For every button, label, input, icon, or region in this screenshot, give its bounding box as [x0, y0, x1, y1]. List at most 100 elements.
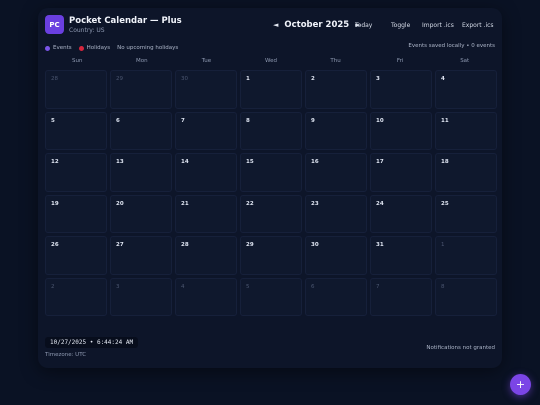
prev-month-icon[interactable]: ◄ — [273, 21, 278, 29]
calendar-app: PC Pocket Calendar — Plus Country: US ◄ … — [38, 8, 502, 368]
day-number: 5 — [246, 283, 250, 290]
month-navigation: ◄ October 2025 ► — [273, 20, 361, 30]
day-cell[interactable]: 3 — [370, 70, 432, 109]
day-number: 19 — [51, 200, 59, 207]
day-cell[interactable]: 22 — [240, 194, 302, 233]
day-cell[interactable]: 13 — [110, 153, 172, 192]
weekday-label: Mon — [136, 58, 148, 64]
day-cell[interactable]: 4 — [175, 277, 237, 316]
day-number: 29 — [246, 242, 254, 248]
day-cell[interactable]: 23 — [305, 194, 367, 233]
day-cell[interactable]: 6 — [110, 111, 172, 150]
day-cell[interactable]: 21 — [175, 194, 237, 233]
day-number: 1 — [441, 242, 445, 248]
day-number: 7 — [376, 283, 380, 290]
day-cell[interactable]: 25 — [435, 194, 497, 233]
day-number: 30 — [181, 76, 188, 82]
day-cell[interactable]: 29 — [240, 236, 302, 275]
day-number: 13 — [116, 159, 124, 165]
import-ics-button[interactable]: Import .ics — [422, 22, 454, 29]
day-number: 22 — [246, 200, 254, 207]
day-cell[interactable]: 28 — [175, 236, 237, 275]
weekday-header: Sun Mon Tue Wed Thu Fri Sat — [45, 56, 497, 66]
day-cell[interactable]: 8 — [435, 277, 497, 316]
day-number: 28 — [51, 76, 58, 82]
day-cell[interactable]: 7 — [175, 111, 237, 150]
month-title: October 2025 — [284, 20, 350, 30]
day-number: 30 — [311, 242, 319, 248]
day-number: 23 — [311, 200, 319, 207]
day-cell[interactable]: 16 — [305, 153, 367, 192]
day-number: 11 — [441, 117, 449, 124]
weekday-label: Wed — [264, 58, 277, 64]
day-cell[interactable]: 8 — [240, 111, 302, 150]
day-number: 7 — [181, 117, 185, 124]
day-cell[interactable]: 31 — [370, 236, 432, 275]
day-number: 15 — [246, 159, 254, 165]
day-cell[interactable]: 11 — [435, 111, 497, 150]
add-event-button[interactable]: + — [510, 374, 531, 395]
events-dot-icon — [45, 45, 50, 51]
day-number: 14 — [181, 159, 189, 165]
day-cell[interactable]: 26 — [45, 236, 107, 275]
legend-events-label: Events — [53, 45, 72, 51]
day-number: 8 — [246, 117, 250, 124]
day-cell[interactable]: 28 — [45, 70, 107, 109]
export-ics-button[interactable]: Export .ics — [462, 22, 494, 29]
day-number: 9 — [311, 117, 315, 124]
day-number: 8 — [441, 283, 445, 290]
weekday-label: Sun — [72, 58, 83, 64]
day-number: 2 — [51, 283, 55, 290]
country-label: Country: US — [69, 27, 105, 34]
weekday-label: Fri — [396, 58, 404, 64]
day-number: 5 — [51, 117, 55, 124]
day-cell[interactable]: 3 — [110, 277, 172, 316]
day-number: 27 — [116, 242, 124, 248]
toggle-button[interactable]: Toggle — [391, 22, 410, 29]
day-number: 21 — [181, 200, 189, 207]
day-cell[interactable]: 18 — [435, 153, 497, 192]
day-cell[interactable]: 9 — [305, 111, 367, 150]
day-cell[interactable]: 12 — [45, 153, 107, 192]
day-cell[interactable]: 1 — [435, 236, 497, 275]
legend: Events Holidays No upcoming holidays — [45, 44, 178, 52]
plus-icon: + — [515, 378, 526, 391]
day-cell[interactable]: 20 — [110, 194, 172, 233]
today-button[interactable]: Today — [355, 22, 372, 29]
day-number: 29 — [116, 76, 123, 82]
day-number: 24 — [376, 200, 384, 207]
day-cell[interactable]: 5 — [45, 111, 107, 150]
day-cell[interactable]: 10 — [370, 111, 432, 150]
day-cell[interactable]: 2 — [305, 70, 367, 109]
day-cell[interactable]: 7 — [370, 277, 432, 316]
day-cell[interactable]: 27 — [110, 236, 172, 275]
day-cell[interactable]: 19 — [45, 194, 107, 233]
day-cell[interactable]: 4 — [435, 70, 497, 109]
day-cell[interactable]: 1 — [240, 70, 302, 109]
day-cell[interactable]: 29 — [110, 70, 172, 109]
calendar-grid: 28 29 30 1 2 3 4 5 6 7 8 9 10 11 12 13 14 15 16 17 18 19 20 21 2… — [45, 70, 497, 316]
day-cell[interactable]: 5 — [240, 277, 302, 316]
day-cell[interactable]: 6 — [305, 277, 367, 316]
day-cell[interactable]: 30 — [305, 236, 367, 275]
day-cell[interactable]: 24 — [370, 194, 432, 233]
saved-status: Events saved locally • 0 events — [408, 43, 495, 49]
day-cell[interactable]: 14 — [175, 153, 237, 192]
day-number: 6 — [311, 283, 315, 290]
day-number: 4 — [441, 76, 445, 82]
weekday-label: Sat — [460, 58, 470, 64]
day-number: 12 — [51, 159, 59, 165]
day-cell[interactable]: 17 — [370, 153, 432, 192]
day-number: 26 — [51, 242, 59, 248]
app-title: Pocket Calendar — Plus — [69, 16, 182, 26]
day-cell[interactable]: 15 — [240, 153, 302, 192]
day-number: 25 — [441, 200, 449, 207]
header: PC Pocket Calendar — Plus Country: US ◄ … — [45, 15, 495, 37]
day-number: 3 — [116, 283, 120, 290]
upcoming-holidays-text: No upcoming holidays — [117, 45, 179, 51]
day-cell[interactable]: 30 — [175, 70, 237, 109]
day-cell[interactable]: 2 — [45, 277, 107, 316]
day-number: 17 — [376, 159, 384, 165]
day-number: 3 — [376, 76, 380, 82]
clock-display: 10/27/2025 • 6:44:24 AM — [45, 337, 139, 348]
